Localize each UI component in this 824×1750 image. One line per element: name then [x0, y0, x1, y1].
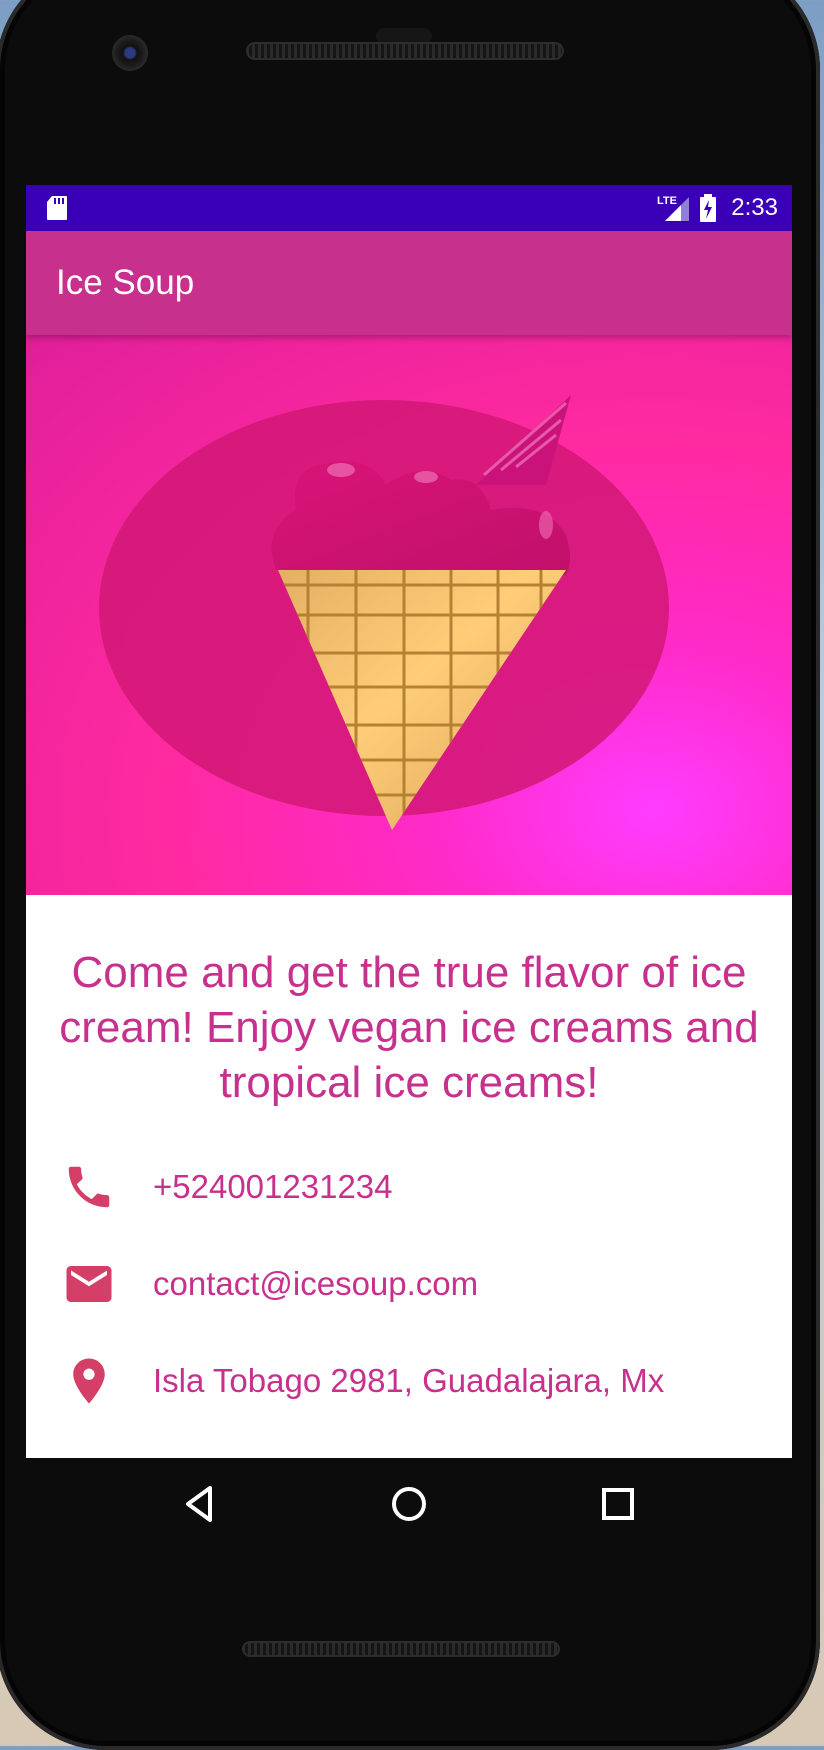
app-bar: Ice Soup: [26, 231, 792, 335]
navigation-bar: [26, 1458, 792, 1550]
email-icon: [66, 1266, 112, 1302]
location-pin-icon: [73, 1358, 105, 1404]
home-icon[interactable]: [385, 1480, 433, 1528]
top-speaker-grille: [246, 42, 564, 60]
battery-charging-icon: [700, 194, 717, 222]
bottom-speaker-grille: [242, 1641, 560, 1657]
tagline: Come and get the true flavor of ice crea…: [59, 948, 759, 1107]
phone-icon: [68, 1166, 110, 1208]
contact-email-row[interactable]: contact@icesoup.com: [26, 1249, 792, 1319]
contact-address-row[interactable]: Isla Tobago 2981, Guadalajara, Mx: [26, 1346, 792, 1416]
contact-address-text: Isla Tobago 2981, Guadalajara, Mx: [153, 1362, 665, 1399]
svg-text:LTE: LTE: [657, 195, 677, 207]
lte-signal-icon: LTE: [657, 195, 690, 221]
status-bar: LTE 2:33: [26, 185, 792, 231]
app-screen: LTE 2:33 Ice Soup Come and get the true …: [26, 185, 792, 1458]
contact-phone-text: +524001231234: [153, 1168, 393, 1205]
app-title: Ice Soup: [56, 263, 195, 302]
back-icon[interactable]: [176, 1480, 224, 1528]
hero-image: [26, 335, 792, 895]
ice-cream-cone-illustration: [99, 395, 669, 830]
sd-card-icon: [47, 196, 67, 220]
front-camera: [112, 35, 148, 71]
contact-email-text: contact@icesoup.com: [153, 1265, 479, 1302]
recents-icon[interactable]: [594, 1480, 642, 1528]
contact-phone-row[interactable]: +524001231234: [26, 1152, 792, 1222]
status-time: 2:33: [731, 194, 778, 221]
